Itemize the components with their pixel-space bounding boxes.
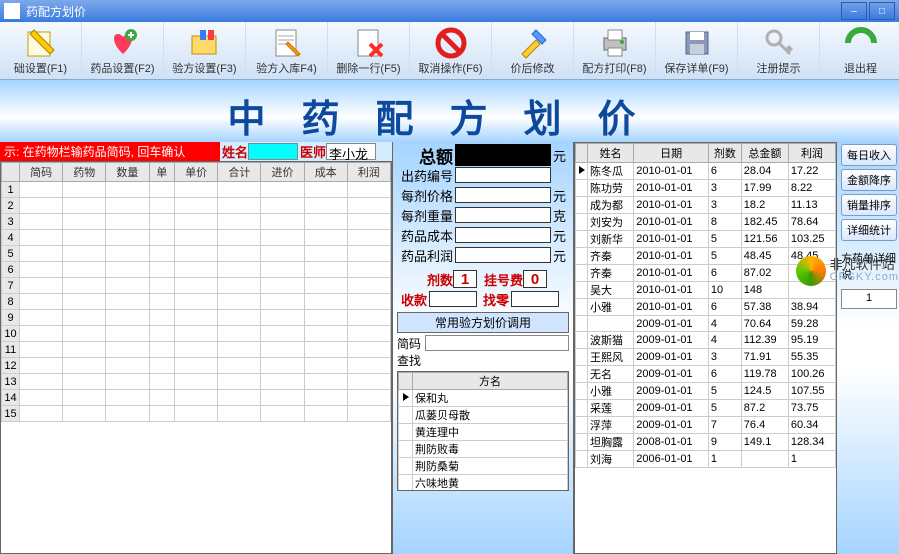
hint-bar: 示: 在药物栏输药品简码, 回车确认 [0, 142, 220, 161]
forbidden-icon [434, 26, 468, 60]
prescription-settings-button[interactable]: 验方设置(F3) [164, 22, 246, 79]
delete-row-button[interactable]: 删除一行(F5) [328, 22, 410, 79]
recipe-item[interactable]: 保和丸 [413, 390, 568, 407]
heart-plus-icon [106, 26, 140, 60]
sales-sort-button[interactable]: 销量排序 [841, 194, 897, 216]
content: 示: 在药物栏输药品简码, 回车确认 姓名 医师 李小龙 简码药物数量单单价合计… [0, 142, 899, 554]
shoukuan-input[interactable] [429, 291, 477, 307]
recipe-item[interactable]: 黄连理中 [413, 424, 568, 441]
price-edit-button[interactable]: 价后修改 [492, 22, 574, 79]
recipe-search-label: 简码查找 [397, 335, 425, 369]
detail-label: 方药单详细说 [841, 250, 897, 282]
page-title: 中药配方划价 [0, 80, 899, 142]
detail-stats-button[interactable]: 详细统计 [841, 219, 897, 241]
recipe-item[interactable]: 瓜蒌贝母散 [413, 407, 568, 424]
left-panel: 示: 在药物栏输药品简码, 回车确认 姓名 医师 李小龙 简码药物数量单单价合计… [0, 142, 392, 554]
cancel-button[interactable]: 取消操作(F6) [410, 22, 492, 79]
doctor-value: 李小龙 [326, 143, 376, 160]
summary-panel: 总额 元 出药编号每剂价格元每剂重量克药品成本元药品利润元 剂数 1 挂号费 0… [392, 142, 574, 554]
save-detail-button[interactable]: 保存详单(F9) [656, 22, 738, 79]
exit-button[interactable]: 退出程 [820, 22, 899, 79]
total-value [455, 144, 551, 166]
document-delete-icon [352, 26, 386, 60]
print-button[interactable]: 配方打印(F8) [574, 22, 656, 79]
drug-grid[interactable]: 简码药物数量单单价合计进价成本利润 123456789101112131415 [0, 161, 392, 554]
recipe-item[interactable]: 荆防败毒 [413, 441, 568, 458]
window-title: 药配方划价 [26, 3, 839, 20]
folder-flag-icon [188, 26, 222, 60]
disk-icon [680, 26, 714, 60]
jishu-input[interactable]: 1 [453, 270, 477, 288]
recipe-title: 常用验方划价调用 [397, 312, 569, 333]
pencil-note-icon [24, 26, 58, 60]
pager[interactable]: 1 [841, 289, 897, 309]
name-label: 姓名 [222, 142, 248, 161]
basic-settings-button[interactable]: 础设置(F1) [0, 22, 82, 79]
right-panel: 姓名日期剂数总金额利润 陈冬瓜2010-01-01628.0417.22陈功劳2… [574, 142, 899, 554]
jishu-label: 剂数 [397, 270, 453, 289]
recipe-search-input[interactable] [425, 335, 569, 351]
recipe-list[interactable]: 方名 保和丸瓜蒌贝母散黄连理中荆防败毒荆防桑菊六味地黄龙胆泻肝 [397, 371, 569, 491]
name-input[interactable] [248, 143, 298, 160]
document-edit-icon [270, 26, 304, 60]
printer-icon [598, 26, 632, 60]
key-icon [762, 26, 796, 60]
tools-icon [516, 26, 550, 60]
total-label: 总额 [397, 143, 453, 168]
toolbar: 础设置(F1) 药品设置(F2) 验方设置(F3) 验方入库F4) 删除一行(F… [0, 22, 899, 80]
doctor-label: 医师 [300, 142, 326, 161]
drug-settings-button[interactable]: 药品设置(F2) [82, 22, 164, 79]
side-buttons: 每日收入 金额降序 销量排序 详细统计 方药单详细说 1 [837, 142, 899, 554]
guahao-label: 挂号费 [477, 270, 523, 289]
amount-sort-button[interactable]: 金额降序 [841, 169, 897, 191]
history-grid[interactable]: 姓名日期剂数总金额利润 陈冬瓜2010-01-01628.0417.22陈功劳2… [574, 142, 837, 554]
daily-income-button[interactable]: 每日收入 [841, 144, 897, 166]
recipe-item[interactable]: 六味地黄 [413, 475, 568, 492]
prescription-import-button[interactable]: 验方入库F4) [246, 22, 328, 79]
shoukuan-label: 收款 [397, 290, 427, 309]
zhaoling-label: 找零 [479, 290, 509, 309]
zhaoling-value [511, 291, 559, 307]
titlebar: 药配方划价 – □ [0, 0, 899, 22]
app-icon [4, 3, 20, 19]
guahao-input[interactable]: 0 [523, 270, 547, 288]
register-button[interactable]: 注册提示 [738, 22, 820, 79]
exit-icon [844, 26, 878, 60]
minimize-button[interactable]: – [841, 2, 867, 20]
maximize-button[interactable]: □ [869, 2, 895, 20]
recipe-item[interactable]: 荆防桑菊 [413, 458, 568, 475]
